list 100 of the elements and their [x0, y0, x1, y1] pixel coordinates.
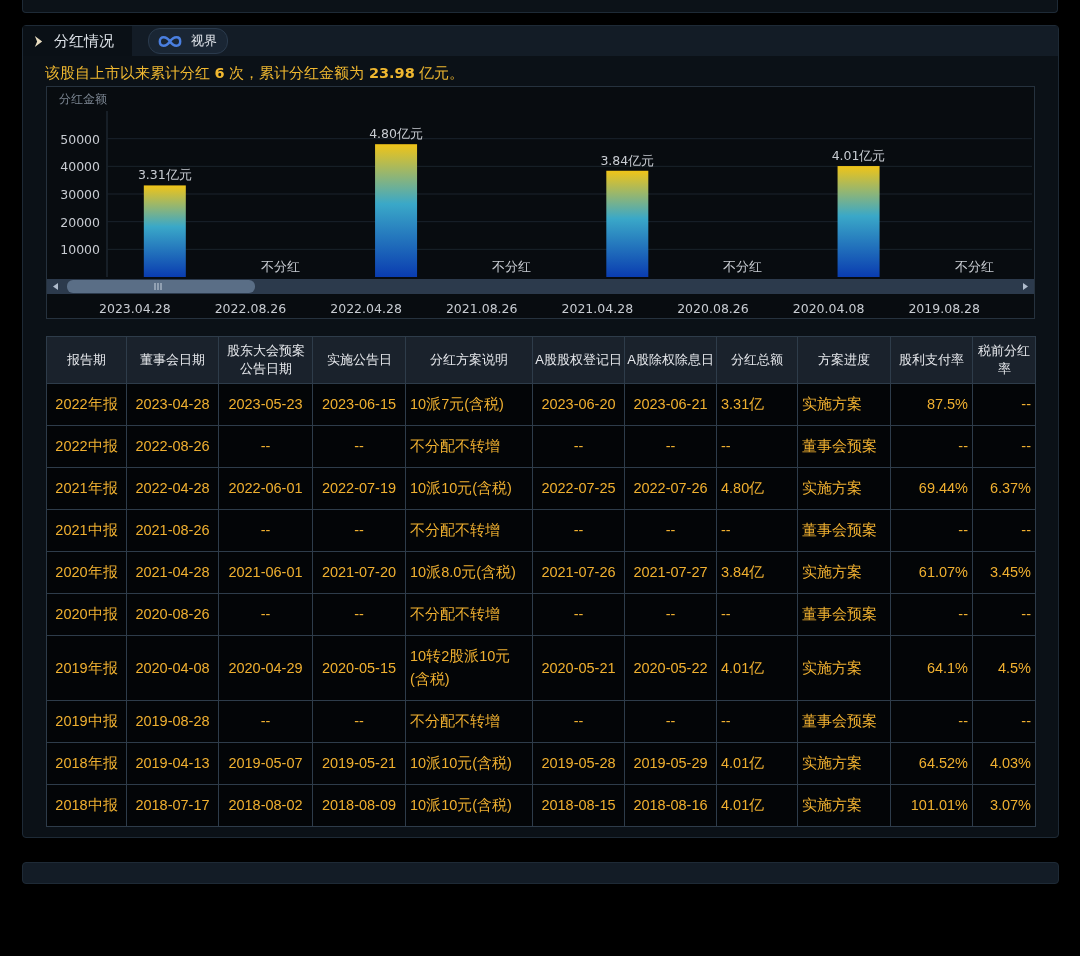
table-cell: 4.80亿 [716, 467, 798, 510]
table-cell: 2022-07-25 [532, 467, 625, 510]
table-cell: 2021-04-28 [126, 551, 219, 594]
x-tick-label: 2023.04.28 [99, 301, 171, 316]
x-tick-label: 2021.08.26 [445, 301, 518, 316]
table-cell: -- [532, 509, 625, 552]
table-cell: -- [218, 593, 313, 636]
table-cell: -- [716, 509, 798, 552]
table-cell: 2020-05-22 [624, 635, 717, 701]
table-cell: 10派10元(含税) [405, 784, 533, 827]
table-cell: 不分配不转增 [405, 509, 533, 552]
x-tick-label: 2021.04.28 [561, 301, 634, 316]
summary-text: 该股自上市以来累计分红 6 次，累计分红金额为 23.98 亿元。 [44, 64, 466, 83]
table-cell: 2020-05-21 [532, 635, 625, 701]
table-cell: 2019-05-07 [218, 742, 313, 785]
table-cell: -- [218, 700, 313, 743]
table-cell: 3.45% [972, 551, 1036, 594]
table-cell: 2020-04-08 [126, 635, 219, 701]
table-cell: 4.01亿 [716, 742, 798, 785]
table-cell: 2023-06-21 [624, 383, 717, 426]
column-header: 董事会日期 [126, 336, 219, 384]
table-cell: 2023-06-15 [312, 383, 406, 426]
table-cell: -- [716, 700, 798, 743]
table-cell: 董事会预案 [797, 700, 891, 743]
table-cell: 2019年报 [46, 635, 127, 701]
table-cell: 10派8.0元(含税) [405, 551, 533, 594]
table-cell: 2018-08-15 [532, 784, 625, 827]
y-tick-label: 40000 [60, 159, 100, 175]
table-cell: 2020-05-15 [312, 635, 406, 701]
table-cell: 2022-07-19 [312, 467, 406, 510]
table-cell: 董事会预案 [797, 509, 891, 552]
table-cell: -- [972, 383, 1036, 426]
column-header: 税前分红率 [972, 336, 1036, 384]
table-cell: 10派7元(含税) [405, 383, 533, 426]
table-cell: 2023-05-23 [218, 383, 313, 426]
table-cell: 2021-07-26 [532, 551, 625, 594]
section-title: 分红情况 [54, 31, 114, 51]
table-cell: 实施方案 [797, 551, 891, 594]
bar-label: 不分红 [492, 259, 532, 274]
x-tick-label: 2022.04.28 [330, 301, 402, 316]
column-header: 分红总额 [716, 336, 798, 384]
table-cell: -- [312, 425, 406, 468]
scrollbar[interactable] [47, 279, 1034, 294]
table-cell: 3.07% [972, 784, 1036, 827]
view-button[interactable]: 视界 [148, 28, 228, 54]
table-cell: 董事会预案 [797, 593, 891, 636]
table-cell: 69.44% [890, 467, 973, 510]
y-tick-label: 20000 [60, 214, 100, 230]
table-cell: 2022-04-28 [126, 467, 219, 510]
table-cell: -- [218, 509, 313, 552]
column-header: A股除权除息日 [624, 336, 717, 384]
table-cell: 实施方案 [797, 635, 891, 701]
bar-label: 3.84亿元 [600, 152, 655, 168]
table-cell: -- [972, 593, 1036, 636]
table-cell: 2023-06-20 [532, 383, 625, 426]
column-header: 实施公告日 [312, 336, 406, 384]
table-cell: 64.52% [890, 742, 973, 785]
table-cell: 64.1% [890, 635, 973, 701]
table-cell: 实施方案 [797, 784, 891, 827]
table-cell: -- [218, 425, 313, 468]
table-cell: 2021-07-27 [624, 551, 717, 594]
bar-label: 不分红 [260, 259, 300, 274]
x-tick-label: 2019.08.28 [908, 301, 980, 316]
table-cell: 4.5% [972, 635, 1036, 701]
table-cell: 2018-08-16 [624, 784, 717, 827]
table-cell: -- [624, 509, 717, 552]
table-cell: 4.01亿 [716, 784, 798, 827]
table-cell: -- [532, 700, 625, 743]
x-tick-label: 2022.08.26 [214, 301, 287, 316]
table-cell: 2021-07-20 [312, 551, 406, 594]
table-cell: -- [624, 700, 717, 743]
table-cell: -- [312, 593, 406, 636]
x-tick-label: 2020.04.08 [792, 301, 865, 316]
table-cell: 2019-05-28 [532, 742, 625, 785]
table-cell: -- [312, 509, 406, 552]
table-cell: -- [624, 593, 717, 636]
table-cell: -- [890, 509, 973, 552]
table-cell: -- [972, 425, 1036, 468]
table-cell: -- [890, 593, 973, 636]
bar-label: 4.01亿元 [831, 148, 886, 164]
table-cell: 实施方案 [797, 467, 891, 510]
table-cell: -- [972, 509, 1036, 552]
table-cell: -- [532, 425, 625, 468]
table-cell: 2019中报 [46, 700, 127, 743]
table-cell: 2019-08-28 [126, 700, 219, 743]
chevron-icon [33, 34, 44, 48]
y-tick-label: 10000 [60, 242, 100, 258]
table-cell: 2020-04-29 [218, 635, 313, 701]
table-cell: 2021年报 [46, 467, 127, 510]
table-cell: 3.84亿 [716, 551, 798, 594]
table-cell: 2020中报 [46, 593, 127, 636]
infinity-icon [157, 33, 183, 49]
table-cell: 2018中报 [46, 784, 127, 827]
table-cell: -- [716, 593, 798, 636]
column-header: 股东大会预案公告日期 [218, 336, 313, 384]
section-tab[interactable]: 分红情况 [23, 26, 132, 56]
table-cell: 2021-06-01 [218, 551, 313, 594]
table-cell: 10派10元(含税) [405, 742, 533, 785]
bar-label: 不分红 [954, 259, 994, 274]
table-cell: 2020-08-26 [126, 593, 219, 636]
